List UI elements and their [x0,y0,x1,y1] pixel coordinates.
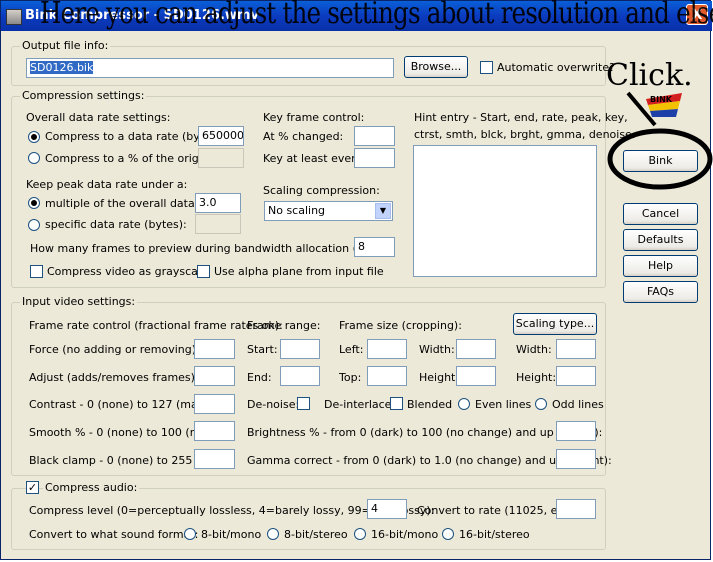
annotation-arrow-line [626,91,657,127]
annotation-circle [607,128,713,190]
annotation-marks [607,91,713,190]
